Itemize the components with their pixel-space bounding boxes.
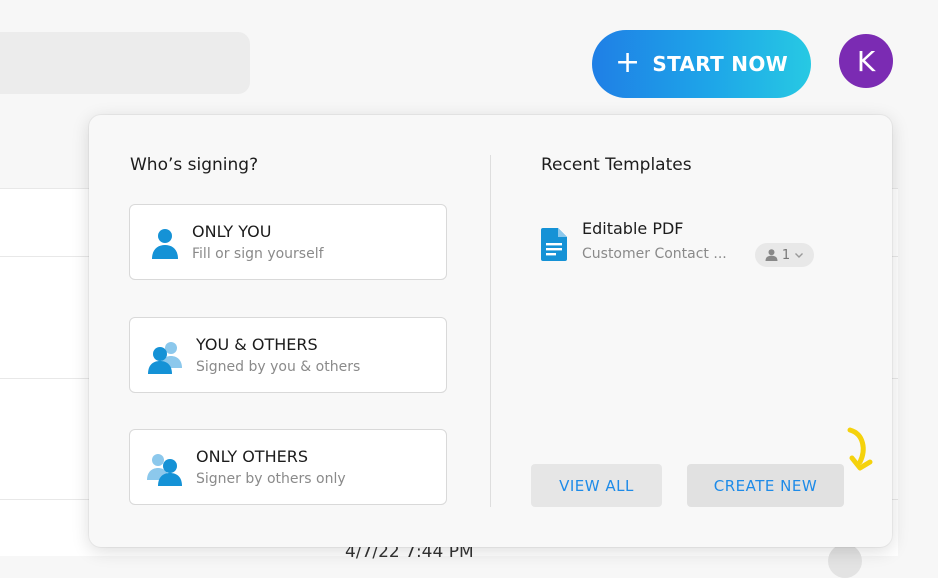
you-and-others-option[interactable]: YOU & OTHERS Signed by you & others	[129, 317, 447, 393]
whos-signing-heading: Who’s signing?	[130, 155, 259, 175]
only-you-option[interactable]: ONLY YOU Fill or sign yourself	[129, 204, 447, 280]
others-group-icon	[147, 454, 182, 486]
table-row-action-icon[interactable]	[828, 544, 862, 578]
start-now-dropdown: Who’s signing? ONLY YOU Fill or sign you…	[89, 115, 892, 547]
option-subtitle: Fill or sign yourself	[192, 246, 324, 262]
signer-count: 1	[781, 247, 791, 263]
template-name: Editable PDF	[582, 219, 684, 238]
start-now-button[interactable]: + START NOW	[592, 30, 811, 98]
only-others-option[interactable]: ONLY OTHERS Signer by others only	[129, 429, 447, 505]
single-person-icon	[152, 229, 178, 259]
background-search-bar	[0, 32, 250, 94]
template-subtitle: Customer Contact ...	[582, 246, 727, 262]
option-title: YOU & OTHERS	[196, 335, 318, 354]
recent-templates-heading: Recent Templates	[541, 155, 692, 175]
signer-count-dropdown[interactable]: 1	[755, 243, 814, 267]
option-title: ONLY OTHERS	[196, 447, 308, 466]
option-subtitle: Signed by you & others	[196, 359, 361, 375]
view-all-button[interactable]: VIEW ALL	[531, 464, 662, 507]
document-icon	[541, 228, 567, 261]
group-icon	[148, 342, 182, 374]
option-subtitle: Signer by others only	[196, 471, 346, 487]
user-avatar[interactable]: K	[839, 34, 893, 88]
chevron-down-icon	[795, 252, 804, 258]
option-title: ONLY YOU	[192, 222, 272, 241]
plus-icon: +	[614, 44, 641, 80]
person-icon	[765, 249, 778, 261]
start-now-label: START NOW	[652, 52, 789, 76]
panel-divider	[490, 155, 491, 507]
curved-arrow-hint-icon	[847, 427, 873, 471]
create-new-button[interactable]: CREATE NEW	[687, 464, 844, 507]
